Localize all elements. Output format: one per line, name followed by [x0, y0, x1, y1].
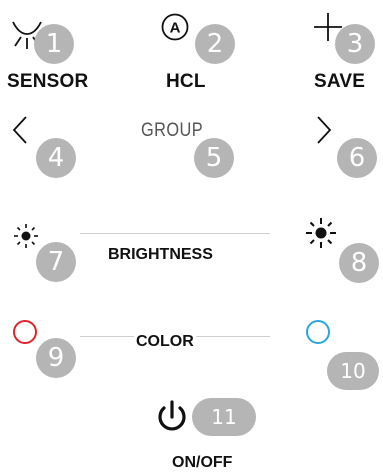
power-label: ON/OFF	[172, 454, 233, 471]
color-label: COLOR	[134, 333, 196, 351]
chevron-right-icon	[317, 116, 332, 144]
badge-6: 6	[337, 138, 377, 178]
badge-1: 1	[34, 24, 74, 64]
badge-7: 7	[36, 242, 76, 282]
brightness-label: BRIGHTNESS	[108, 246, 213, 263]
badge-2: 2	[195, 24, 235, 64]
power-icon	[158, 400, 186, 431]
sensor-label: SENSOR	[7, 71, 89, 92]
brightness-track	[80, 233, 270, 234]
badge-4: 4	[36, 138, 76, 178]
badge-5: 5	[194, 138, 234, 178]
sun-large-icon	[306, 218, 336, 248]
hcl-label: HCL	[166, 71, 206, 92]
auto-a-icon: A	[161, 13, 189, 41]
sun-small-icon	[14, 224, 38, 248]
badge-8: 8	[339, 243, 379, 283]
group-label: GROUP	[141, 120, 204, 141]
save-label: SAVE	[314, 71, 366, 92]
badge-11: 11	[192, 398, 256, 436]
red-circle-icon	[13, 320, 37, 344]
badge-9: 9	[36, 338, 76, 378]
svg-text:A: A	[170, 20, 181, 37]
chevron-left-icon	[12, 116, 27, 144]
blue-circle-icon	[306, 320, 330, 344]
badge-10: 10	[327, 352, 379, 390]
badge-3: 3	[335, 24, 375, 64]
